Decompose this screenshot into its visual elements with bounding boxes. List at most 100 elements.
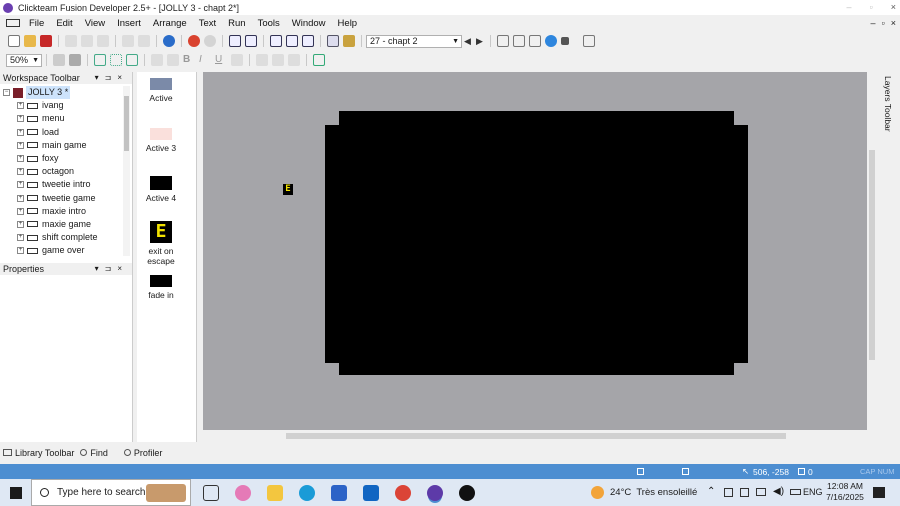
battery-icon[interactable] xyxy=(790,489,801,495)
tree-item[interactable]: + maxie intro xyxy=(0,205,132,218)
outlook-icon[interactable] xyxy=(363,484,379,501)
object-item[interactable]: Active 4 xyxy=(137,176,185,203)
tray-icon-2[interactable] xyxy=(740,488,749,497)
network-icon[interactable] xyxy=(756,488,766,496)
mdi-restore-button[interactable]: ▫ xyxy=(882,15,885,31)
expand-icon[interactable]: + xyxy=(17,141,24,149)
menu-help[interactable]: Help xyxy=(332,18,364,29)
grid-icon[interactable] xyxy=(110,54,122,66)
menu-file[interactable]: File xyxy=(23,18,50,29)
layout-icon-2[interactable] xyxy=(286,35,298,47)
snap-icon[interactable] xyxy=(94,54,106,66)
layout-icon-3[interactable] xyxy=(302,35,314,47)
align-left-icon[interactable] xyxy=(256,54,268,66)
menu-run[interactable]: Run xyxy=(222,18,251,29)
tray-chevron-icon[interactable]: ⌃ xyxy=(707,486,715,497)
next-frame-icon[interactable]: ▶ xyxy=(476,35,484,47)
expand-icon[interactable]: + xyxy=(17,207,24,215)
fusion-icon[interactable] xyxy=(427,484,443,501)
expand-icon[interactable]: + xyxy=(17,220,24,228)
scrollbar-thumb[interactable] xyxy=(286,433,786,439)
help-icon[interactable] xyxy=(163,35,175,47)
object-item[interactable]: fade in xyxy=(137,275,185,300)
game-app-icon[interactable] xyxy=(459,484,475,501)
hand-tool-icon[interactable] xyxy=(53,54,65,66)
font-size-icon[interactable] xyxy=(231,54,243,66)
menu-window[interactable]: Window xyxy=(286,18,332,29)
layout-icon-1[interactable] xyxy=(270,35,282,47)
tab-profiler[interactable]: Profiler xyxy=(123,448,162,458)
prev-frame-icon[interactable]: ◀ xyxy=(464,35,472,47)
run-frame-icon[interactable] xyxy=(513,35,525,47)
chrome-icon[interactable] xyxy=(395,484,411,501)
tree-item[interactable]: + octagon xyxy=(0,165,132,178)
stop-run-icon[interactable] xyxy=(561,37,569,45)
frame-canvas[interactable] xyxy=(325,125,748,363)
scrollbar-thumb[interactable] xyxy=(124,96,129,151)
menu-arrange[interactable]: Arrange xyxy=(147,18,193,29)
grid-setup-icon[interactable] xyxy=(126,54,138,66)
bold-icon[interactable]: B xyxy=(183,54,195,66)
object-item[interactable]: Active 3 xyxy=(137,128,185,153)
menu-insert[interactable]: Insert xyxy=(111,18,147,29)
brush-tool-icon[interactable] xyxy=(69,54,81,66)
exit-escape-object[interactable]: E xyxy=(283,184,293,195)
tree-item[interactable]: + shift complete xyxy=(0,231,132,244)
open-folder-icon[interactable] xyxy=(24,35,36,47)
close-button[interactable]: × xyxy=(891,0,896,15)
align-center-icon[interactable] xyxy=(272,54,284,66)
collapse-icon[interactable]: − xyxy=(3,89,10,97)
cut-icon[interactable] xyxy=(65,35,77,47)
fullscreen-icon[interactable] xyxy=(583,35,595,47)
panel-controls[interactable]: ▾⊐× xyxy=(95,72,128,84)
object-item[interactable]: E exit on escape xyxy=(137,221,185,266)
notification-icon[interactable] xyxy=(873,487,885,498)
undo-icon[interactable] xyxy=(122,35,134,47)
grid-view-icon[interactable] xyxy=(229,35,241,47)
expand-icon[interactable]: + xyxy=(17,168,24,176)
zoom-select[interactable]: 50% ▼ xyxy=(6,53,42,67)
copilot-icon[interactable] xyxy=(235,484,251,501)
tree-root[interactable]: − JOLLY 3 * xyxy=(0,86,132,100)
new-file-icon[interactable] xyxy=(8,35,20,47)
redo-icon[interactable] xyxy=(138,35,150,47)
refresh-icon[interactable] xyxy=(204,35,216,47)
expand-icon[interactable]: + xyxy=(17,234,24,242)
editor-horizontal-scrollbar[interactable] xyxy=(203,430,867,442)
taskbar-search[interactable]: Type here to search xyxy=(31,479,191,506)
italic-icon[interactable]: I xyxy=(199,54,211,66)
maximize-button[interactable]: ▫ xyxy=(870,0,873,15)
tab-find[interactable]: Find xyxy=(80,448,108,458)
storyboard-icon[interactable] xyxy=(343,35,355,47)
menu-edit[interactable]: Edit xyxy=(50,18,78,29)
expand-icon[interactable]: + xyxy=(17,115,24,123)
font-icon[interactable] xyxy=(167,54,179,66)
scrollbar-thumb[interactable] xyxy=(869,150,875,360)
paste-icon[interactable] xyxy=(97,35,109,47)
menu-text[interactable]: Text xyxy=(193,18,222,29)
tree-item[interactable]: + ivang xyxy=(0,99,132,112)
volume-icon[interactable]: ◀) xyxy=(773,486,784,497)
expand-icon[interactable]: + xyxy=(17,155,24,163)
expand-icon[interactable]: + xyxy=(17,181,24,189)
layers-toolbar-label[interactable]: Layers Toolbar xyxy=(883,76,893,132)
edge-icon[interactable] xyxy=(299,484,315,501)
tab-library-toolbar[interactable]: Library Toolbar xyxy=(0,448,74,458)
frame-editor-icon[interactable] xyxy=(327,35,339,47)
save-icon[interactable] xyxy=(40,35,52,47)
tree-item[interactable]: + foxy xyxy=(0,152,132,165)
mdi-menu-icon[interactable] xyxy=(6,19,20,27)
tree-item[interactable]: + game over xyxy=(0,244,132,257)
fit-frame-icon[interactable] xyxy=(313,54,325,66)
align-right-icon[interactable] xyxy=(288,54,300,66)
file-explorer-icon[interactable] xyxy=(267,484,283,501)
editor-vertical-scrollbar[interactable] xyxy=(867,72,877,430)
tree-item[interactable]: + load xyxy=(0,126,132,139)
text-color-icon[interactable] xyxy=(151,54,163,66)
tree-item[interactable]: + maxie game xyxy=(0,218,132,231)
expand-icon[interactable]: + xyxy=(17,128,24,136)
tree-item[interactable]: + main game xyxy=(0,139,132,152)
run-application-icon[interactable] xyxy=(497,35,509,47)
tree-item[interactable]: + tweetie game xyxy=(0,192,132,205)
object-item[interactable]: Active xyxy=(137,78,185,103)
